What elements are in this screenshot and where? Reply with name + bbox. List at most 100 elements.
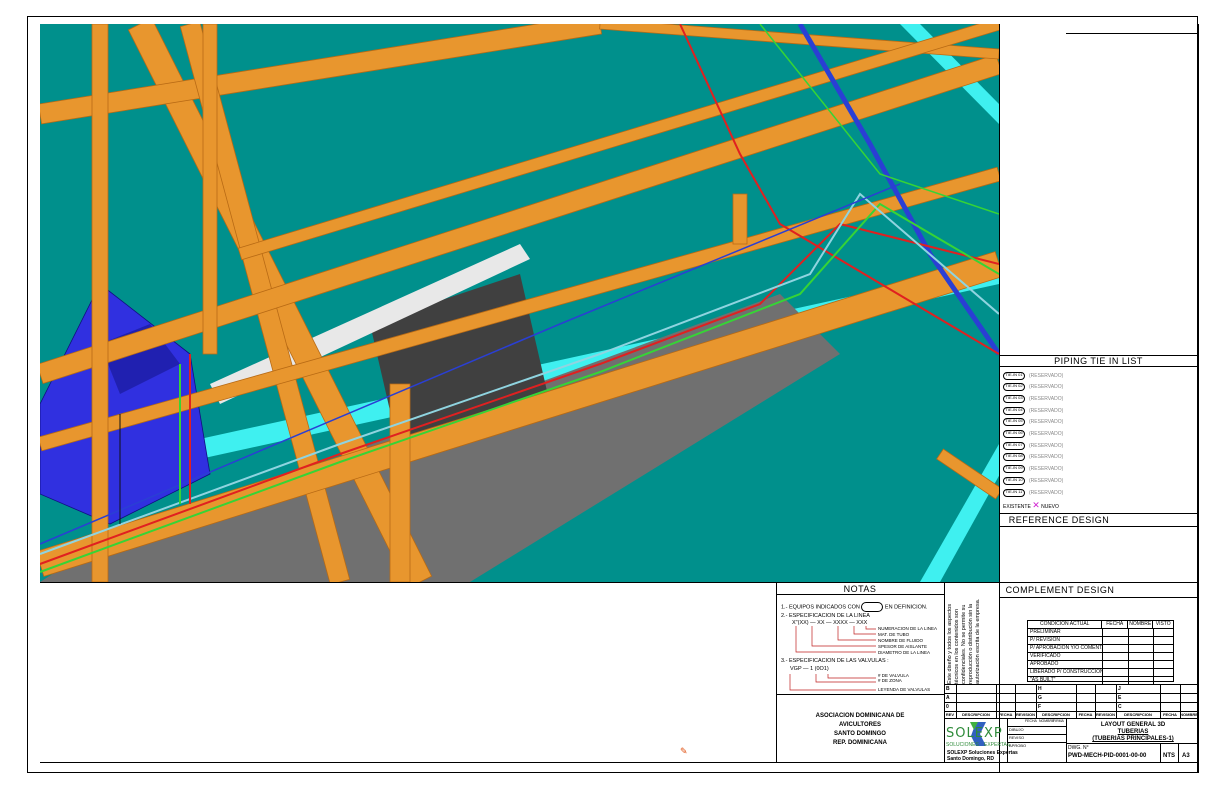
rule xyxy=(999,526,1198,527)
cursor-marker-icon: ✎ xyxy=(680,746,688,756)
notes-leader-lines xyxy=(789,626,876,691)
status-cell xyxy=(1129,653,1154,660)
revision-grid-line xyxy=(944,702,1198,703)
signature-role: APROBO xyxy=(1009,743,1027,748)
client-line-2: AVICULTORES xyxy=(838,722,881,728)
status-cell xyxy=(1129,677,1154,684)
revision-letter: C xyxy=(1118,704,1122,710)
rule xyxy=(776,694,944,695)
tie-in-value: (RESERVADO) xyxy=(1029,419,1064,426)
status-cell xyxy=(1154,637,1173,644)
status-label: APROBADO xyxy=(1028,661,1104,668)
tie-in-row: TIE-IN 08 (RESERVADO) xyxy=(1003,452,1063,463)
notes-title: NOTAS xyxy=(843,584,877,594)
status-cell xyxy=(1154,661,1173,668)
revision-header: FECHA xyxy=(1078,712,1093,717)
revision-header: DESCRIPCION xyxy=(1042,712,1070,717)
steel-column xyxy=(389,383,411,582)
revision-header: FECHA xyxy=(998,712,1013,717)
tie-in-row: TIE-IN 02 (RESERVADO) xyxy=(1003,382,1063,393)
status-cell xyxy=(1154,653,1173,660)
rule xyxy=(944,718,1198,719)
status-cell xyxy=(1154,629,1173,636)
sheet-size: A3 xyxy=(1182,753,1190,759)
status-row: APROBADO xyxy=(1028,661,1173,669)
tie-in-value: (RESERVADO) xyxy=(1029,372,1064,379)
tie-in-row: TIE-IN 03 (RESERVADO) xyxy=(1003,393,1063,404)
status-label: P/ REVISION xyxy=(1028,637,1104,644)
dwg-number-label: DWG. N° xyxy=(1068,745,1089,751)
tie-in-tag: TIE-IN 07 xyxy=(1003,441,1025,450)
status-row: P/ APROBACION Y/O COMENTARIOS xyxy=(1028,645,1173,653)
model-viewport[interactable] xyxy=(40,24,999,582)
signature-header: FECHA xyxy=(1025,719,1037,723)
steel-beam xyxy=(40,24,603,125)
tie-in-legend: EXISTENTE ✕ NUEVO xyxy=(1003,500,1059,511)
company-logo: SOLEXP SOLUCIONES EXPERTAS xyxy=(946,720,1010,748)
status-row: P/ REVISION xyxy=(1028,637,1173,645)
rule xyxy=(999,513,1198,514)
status-label: LIBERADO P/ CONSTRUCCION xyxy=(1030,669,1104,676)
revision-header: NOMBRE xyxy=(1180,712,1198,717)
status-table-body: PRELIMINAR P/ REVISION P/ APROBACION Y/O C… xyxy=(1028,629,1173,684)
drawing-title-3: (TUBERIAS PRINCIPALES-1) xyxy=(1092,736,1174,742)
revision-header: FECHA xyxy=(1163,712,1177,717)
rule xyxy=(1160,743,1161,762)
tie-in-value: (RESERVADO) xyxy=(1029,454,1064,461)
tie-in-row: TIE-IN 01 (RESERVADO) xyxy=(1003,370,1063,381)
tie-in-value: (RESERVADO) xyxy=(1029,442,1064,449)
status-cell xyxy=(1103,629,1129,636)
status-cell xyxy=(1103,637,1129,644)
panel-top-rule xyxy=(1066,33,1198,34)
tie-in-tag: TIE-IN 06 xyxy=(1003,430,1025,438)
status-label: "AS BUILT" xyxy=(1028,677,1104,684)
status-cell xyxy=(1103,645,1129,652)
revision-letter: H xyxy=(1038,686,1042,692)
rule xyxy=(944,582,945,763)
revision-header: REVISION xyxy=(1015,712,1036,717)
drawing-title-1: LAYOUT GENERAL 3D xyxy=(1100,722,1166,728)
status-table: CONDICION ACTUAL FECHA NOMBRE VISTO PRELIMI… xyxy=(1027,620,1174,684)
revision-header: REVISION xyxy=(1095,712,1116,717)
tie-in-tag: TIE-IN 03 xyxy=(1003,394,1025,403)
logo-tagline-left: SOLUCIONES xyxy=(946,742,979,748)
revision-letter: J xyxy=(1118,686,1121,692)
revision-grid-line xyxy=(944,693,1198,694)
dwg-number: PWD-MECH-PID-0001-00-00 xyxy=(1068,753,1147,759)
reference-design-title: REFERENCE DESIGN xyxy=(1008,515,1110,525)
status-cell xyxy=(1103,653,1129,660)
tie-in-tag: TIE-IN 09 xyxy=(1003,465,1025,474)
status-cell xyxy=(1103,677,1129,684)
company-address: SOLEXP Soluciones Expertas Santo Domingo… xyxy=(947,750,1018,762)
company-address-2: Santo Domingo, RD xyxy=(947,756,994,762)
tie-in-row: TIE-IN 05 (RESERVADO) xyxy=(1003,417,1063,428)
tie-in-value: (RESERVADO) xyxy=(1029,466,1064,473)
revision-letter: B xyxy=(946,686,950,692)
rule xyxy=(999,582,1198,583)
rule xyxy=(999,597,1198,598)
status-cell xyxy=(1154,645,1173,652)
tie-in-row: TIE-IN 07 (RESERVADO) xyxy=(1003,440,1063,451)
signature-role: REVISO xyxy=(1009,735,1025,740)
revision-letter: G xyxy=(1038,695,1042,701)
revision-header: DESCRIPCION xyxy=(1124,712,1152,717)
tie-in-value: (RESERVADO) xyxy=(1029,477,1064,484)
status-cell xyxy=(1154,677,1173,684)
signature-rule xyxy=(1007,742,1066,743)
confidential-note: Este diseño y todos los aspectos técnico… xyxy=(947,598,981,684)
signature-rule xyxy=(1007,734,1066,735)
tie-in-value: (RESERVADO) xyxy=(1029,407,1064,414)
status-cell xyxy=(1103,661,1129,668)
scale-value: NTS xyxy=(1163,753,1175,759)
status-table-header: CONDICION ACTUAL FECHA NOMBRE VISTO xyxy=(1028,621,1173,629)
status-cell xyxy=(1129,661,1154,668)
revision-header: DESCRIPCION xyxy=(962,712,990,717)
tie-in-value: (RESERVADO) xyxy=(1029,489,1064,496)
status-cell xyxy=(1129,669,1154,676)
drawing-title-2: TUBERIAS xyxy=(1117,729,1149,735)
status-row: VERIFICADO xyxy=(1028,653,1173,661)
confidential-note-box: Este diseño y todos los aspectos técnico… xyxy=(947,584,1001,684)
rule xyxy=(999,366,1198,367)
legend-cross-icon: ✕ xyxy=(1032,500,1040,510)
tie-in-value: (RESERVADO) xyxy=(1029,395,1064,402)
